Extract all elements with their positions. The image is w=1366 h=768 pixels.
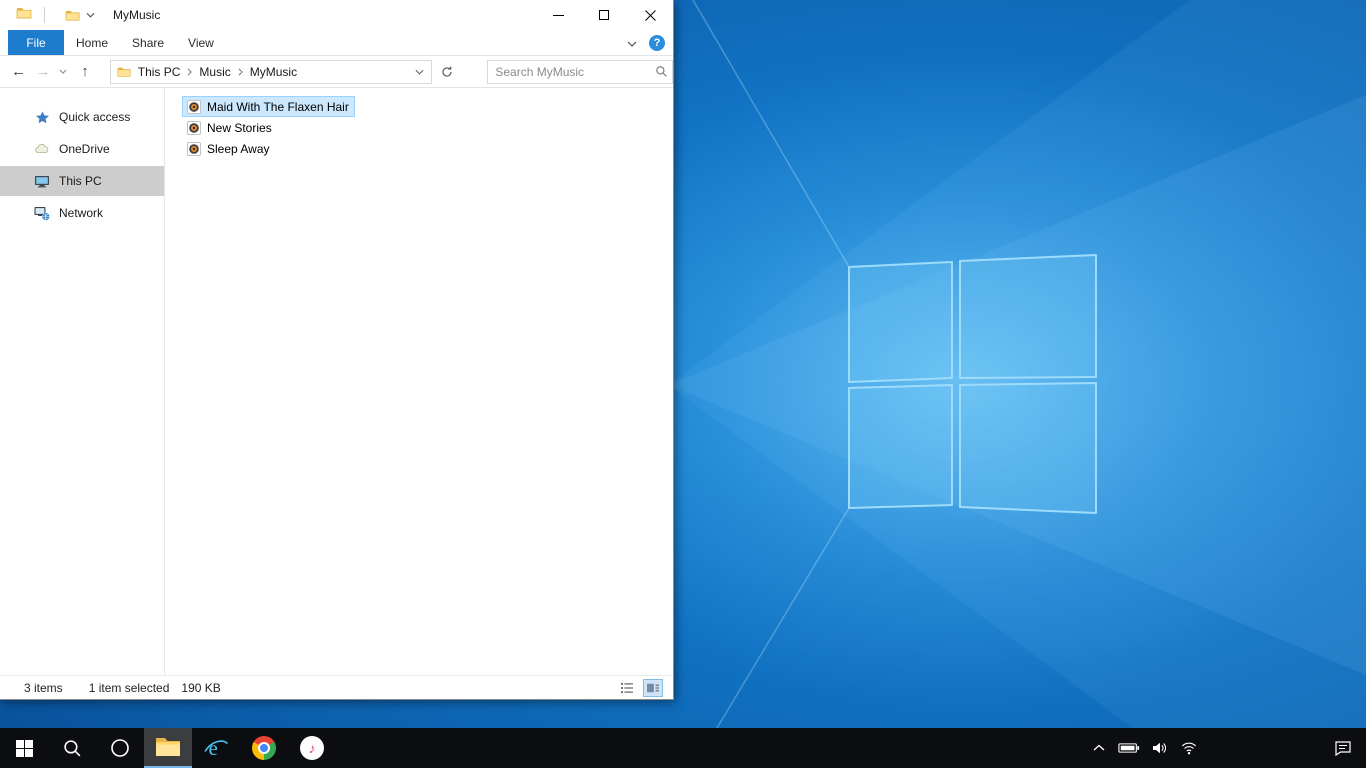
file-item[interactable]: Maid With The Flaxen Hair [182,96,355,117]
minimize-button[interactable] [535,0,581,30]
taskbar-itunes-button[interactable]: ♪ [288,728,336,768]
window-title: MyMusic [113,8,161,22]
status-selected-size: 190 KB [181,680,221,695]
sidebar-item-this-pc[interactable]: This PC [0,166,164,196]
desktop: MyMusic File Home Share View ? ← → ↑ Thi… [0,0,1366,768]
address-folder-icon [117,65,131,79]
refresh-button[interactable] [436,60,457,84]
internet-explorer-icon: e [204,736,229,760]
itunes-icon: ♪ [300,736,324,760]
wifi-icon [1181,742,1197,755]
breadcrumb-item[interactable]: This PC [138,65,181,79]
onedrive-cloud-icon [34,141,50,157]
taskbar-search-button[interactable] [48,728,96,768]
breadcrumb-item[interactable]: Music [199,65,230,79]
ribbon-tabs: File Home Share View ? [0,30,673,56]
breadcrumb-item[interactable]: MyMusic [250,65,297,79]
quick-access-toolbar-button[interactable] [65,8,80,23]
details-view-button[interactable] [617,679,637,697]
sidebar-item-label: Network [59,206,104,220]
breadcrumb: This PC Music MyMusic [138,65,412,79]
cortana-button[interactable] [96,728,144,768]
chrome-icon [252,736,276,760]
file-item[interactable]: New Stories [182,117,278,138]
maximize-button[interactable] [581,0,627,30]
search-icon[interactable] [655,65,668,78]
file-name: New Stories [207,120,272,135]
sidebar-item-label: This PC [59,174,102,188]
file-list: Maid With The Flaxen Hair New Stories Sl… [165,88,673,675]
search-box [487,59,673,84]
search-icon [63,739,80,756]
start-button[interactable] [0,728,48,768]
tab-file[interactable]: File [8,30,64,55]
breadcrumb-chevron-icon [238,67,243,76]
close-button[interactable] [627,0,673,30]
title-bar: MyMusic [0,0,673,30]
sidebar-item-quick-access[interactable]: Quick access [0,102,164,132]
window-folder-icon [16,5,32,26]
sidebar-item-label: OneDrive [59,142,110,156]
speaker-icon [1153,742,1167,754]
status-selected-count: 1 item selected [88,680,170,695]
tab-view[interactable]: View [176,30,226,55]
cortana-icon [111,739,129,757]
this-pc-icon [34,173,50,189]
action-center-icon [1335,741,1351,757]
explorer-window: MyMusic File Home Share View ? ← → ↑ Thi… [0,0,674,700]
sidebar-item-onedrive[interactable]: OneDrive [0,134,164,164]
titlebar-divider [44,7,45,23]
tab-home[interactable]: Home [64,30,120,55]
taskbar-chrome-button[interactable] [240,728,288,768]
up-button[interactable]: ↑ [72,58,97,86]
taskbar: e ♪ [0,728,1366,768]
action-center-button[interactable] [1320,728,1366,768]
tab-share[interactable]: Share [120,30,176,55]
recent-locations-chevron-icon[interactable] [55,58,71,86]
breadcrumb-chevron-icon [188,67,193,76]
battery-icon [1118,743,1140,753]
file-item[interactable]: Sleep Away [182,138,276,159]
battery-tray-button[interactable] [1114,728,1144,768]
network-tray-button[interactable] [1174,728,1204,768]
sidebar-item-label: Quick access [59,110,131,124]
file-explorer-icon [156,738,180,756]
svg-text:e: e [209,736,218,760]
file-name: Sleep Away [207,141,270,156]
audio-file-icon [187,120,201,135]
status-bar: 3 items 1 item selected 190 KB [0,675,673,699]
show-hidden-icons-button[interactable] [1084,728,1114,768]
volume-tray-button[interactable] [1144,728,1174,768]
chevron-up-icon [1093,744,1105,751]
forward-button[interactable]: → [31,58,54,86]
help-button[interactable]: ? [649,35,665,51]
navigation-pane: Quick access OneDrive This PC Network [0,88,165,675]
address-bar[interactable]: This PC Music MyMusic [109,59,432,84]
qat-chevron-down-icon[interactable] [86,12,95,18]
taskbar-file-explorer-button[interactable] [144,728,192,768]
windows-logo-icon [15,739,33,757]
taskbar-clock-area [1204,728,1320,768]
window-body: Quick access OneDrive This PC Network Ma… [0,88,673,675]
audio-file-icon [187,141,201,156]
expand-ribbon-chevron-icon[interactable] [627,36,637,50]
thumbnail-view-button[interactable] [643,678,663,697]
system-tray [1084,728,1366,768]
search-input[interactable] [495,64,655,79]
file-name: Maid With The Flaxen Hair [207,99,349,114]
sidebar-item-network[interactable]: Network [0,198,164,228]
back-button[interactable]: ← [6,58,31,86]
audio-file-icon [187,99,201,114]
status-item-count: 3 items [24,680,63,695]
address-bar-row: ← → ↑ This PC Music MyMusic [0,56,673,88]
quick-access-star-icon [34,109,50,125]
taskbar-internet-explorer-button[interactable]: e [192,728,240,768]
network-icon [34,205,50,221]
address-dropdown-chevron-icon[interactable] [412,69,427,75]
